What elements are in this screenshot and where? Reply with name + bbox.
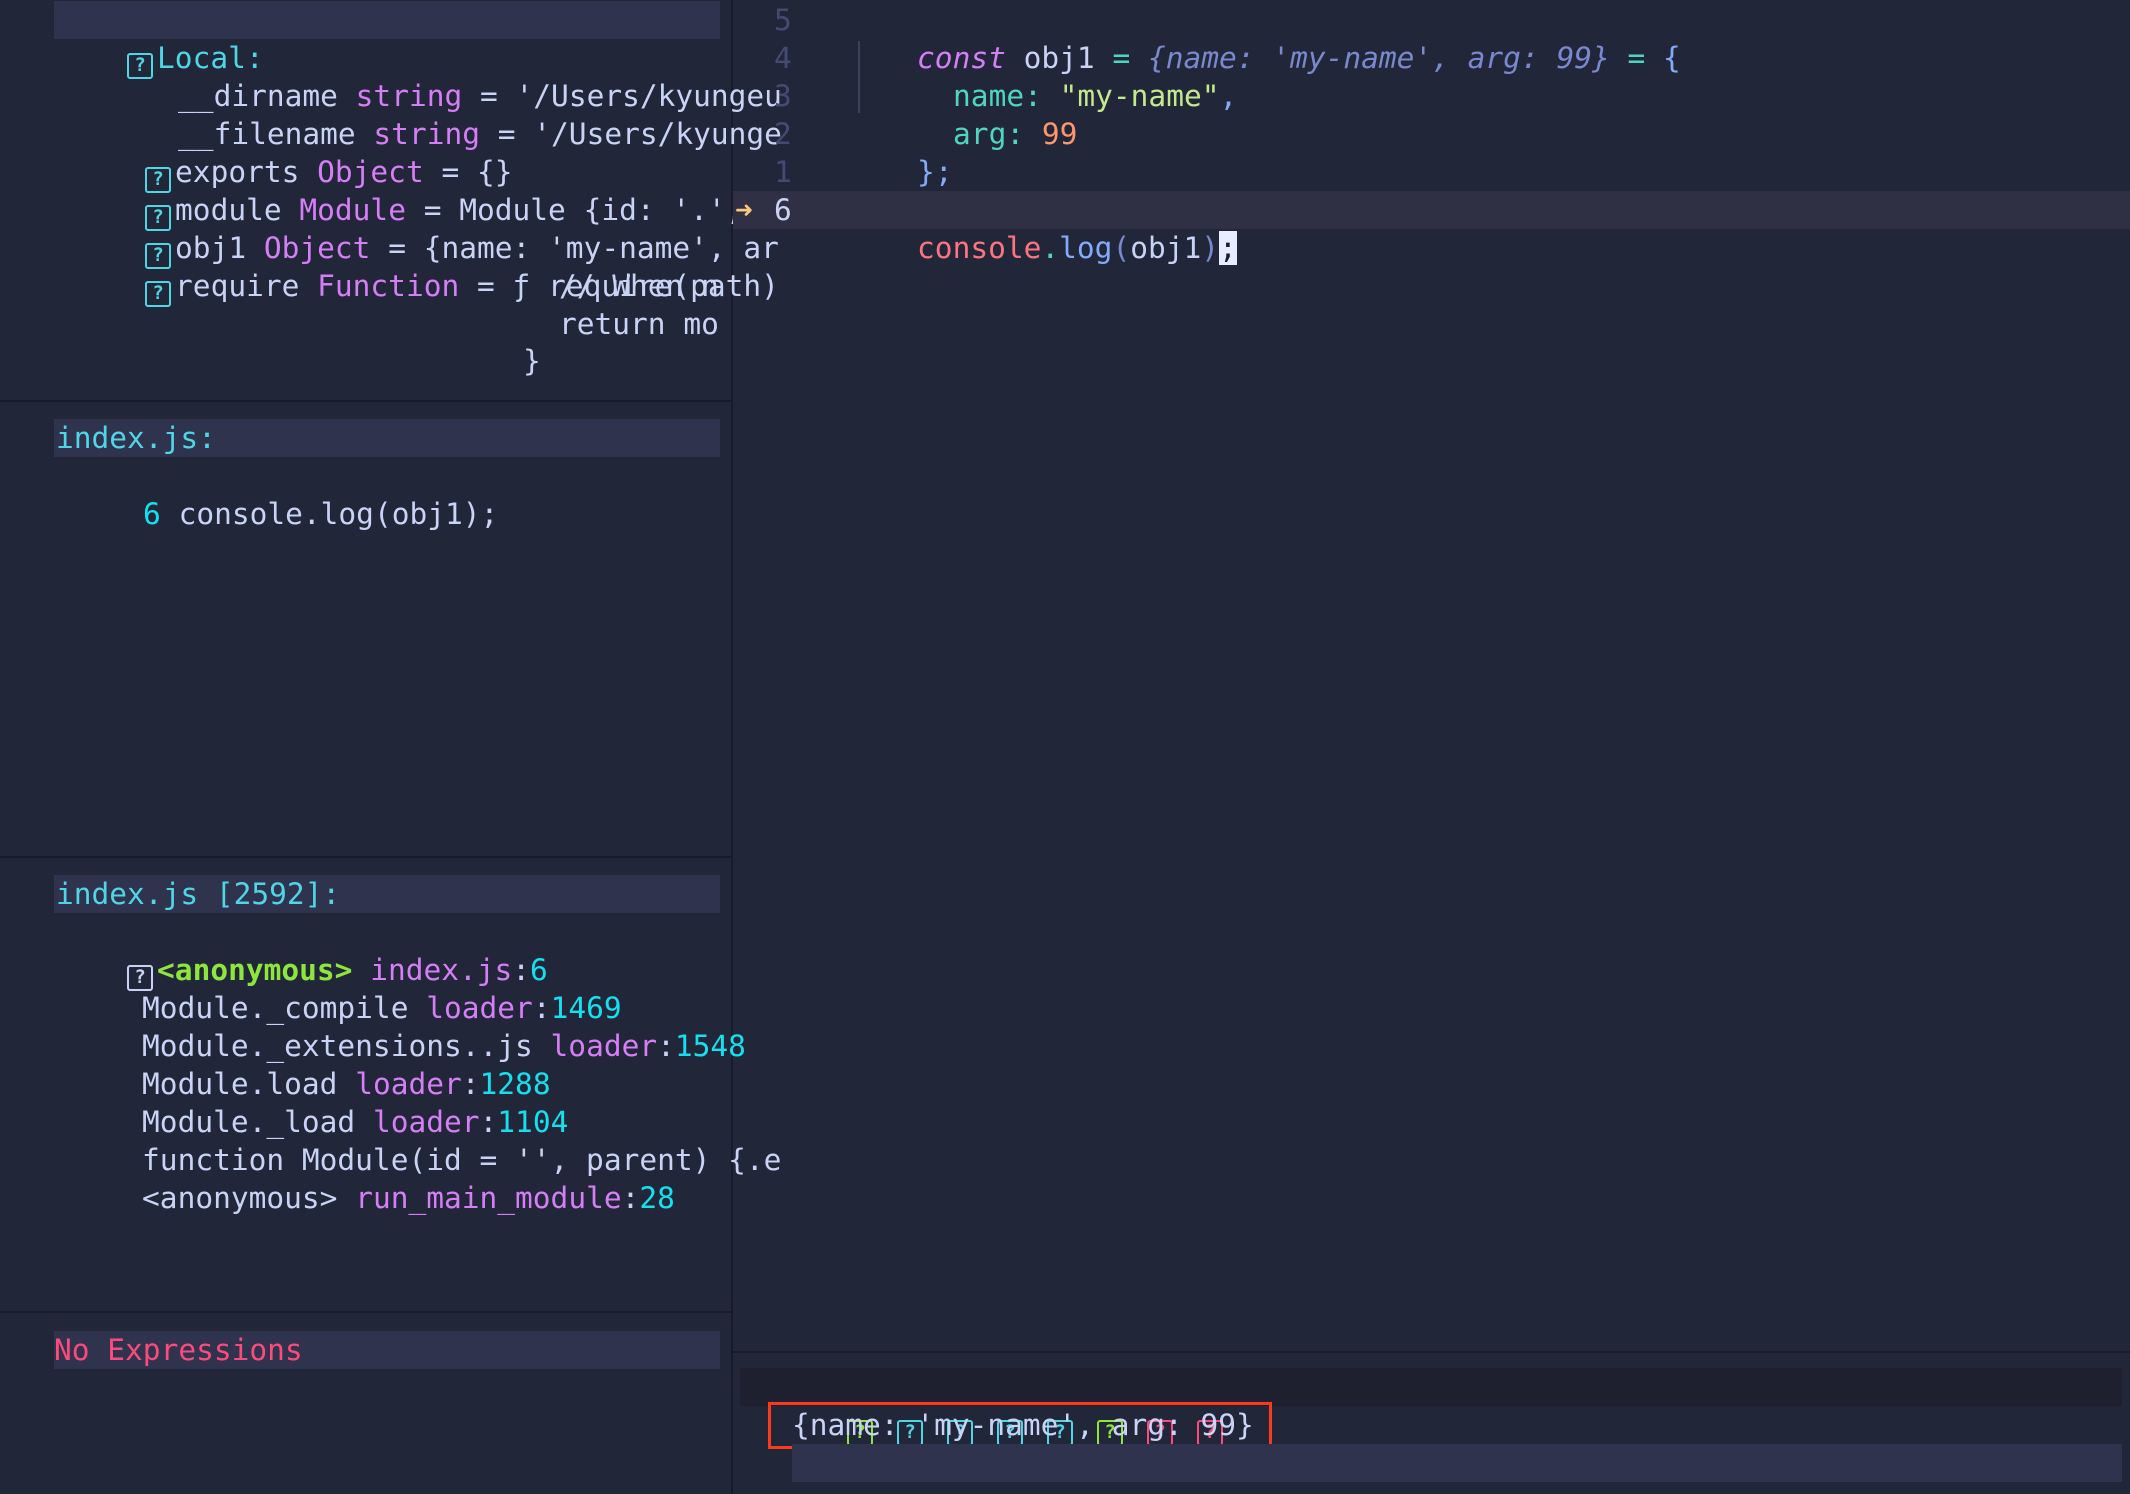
- variable-value: = '/Users/kyunge: [497, 117, 782, 151]
- value-continuation: }: [523, 344, 541, 378]
- text-cursor: ;: [1219, 231, 1237, 265]
- variable-row[interactable]: ? module Module = Module {id: '.', p: [74, 153, 779, 231]
- line-number: 2: [774, 117, 792, 151]
- stack-frame[interactable]: Module.load loader:1288: [71, 1027, 551, 1101]
- code-punct: ): [1201, 231, 1220, 265]
- stack-frame[interactable]: Module._extensions..js loader:1548: [71, 989, 746, 1063]
- code-identifier: obj1: [1130, 231, 1202, 265]
- code-property: arg:: [953, 117, 1025, 151]
- variable-row[interactable]: ? obj1 Object = {name: 'my-name', ar: [74, 191, 779, 269]
- code-punct: ;: [934, 155, 953, 189]
- code-method: log: [1059, 231, 1113, 265]
- stack-frame[interactable]: <anonymous> run_main_module:28: [71, 1141, 675, 1215]
- breakpoint-row[interactable]: 6 console.log(obj1);: [72, 457, 498, 531]
- line-number: 4: [774, 41, 792, 75]
- pane-divider[interactable]: [0, 400, 731, 402]
- repl-toolbar: ????????: [776, 1368, 1227, 1446]
- frame-function: <anonymous>: [142, 1181, 338, 1215]
- code-operator: =: [1627, 41, 1646, 75]
- code-operator: .: [1041, 231, 1060, 265]
- line-number: 3: [774, 79, 792, 113]
- pane-divider[interactable]: [733, 1351, 2130, 1353]
- code-string: "my-name": [1059, 79, 1220, 113]
- breakpoint-code: console.log(obj1);: [178, 497, 499, 531]
- code-brace: {: [1663, 41, 1681, 75]
- stack-frame[interactable]: Module._compile loader:1469: [71, 951, 622, 1025]
- stack-frame-current[interactable]: ? <anonymous> index.js:6: [56, 913, 548, 991]
- frame-file: loader: [550, 1029, 658, 1063]
- variable-row[interactable]: ? exports Object = {}: [74, 115, 513, 193]
- variable-row[interactable]: ? require Function = ƒ require(path): [74, 229, 779, 307]
- code-line[interactable]: name: "my-name",: [882, 39, 1237, 113]
- line-number: 1: [774, 155, 792, 189]
- frame-file: run_main_module: [355, 1181, 622, 1215]
- code-line[interactable]: };: [846, 115, 953, 189]
- highlight-box: [768, 1402, 1272, 1449]
- value-continuation: // When n: [559, 269, 719, 303]
- variable-type: Function: [317, 269, 460, 303]
- scopes-header[interactable]: ? Local:: [56, 1, 264, 79]
- frame-separator: :: [657, 1029, 675, 1063]
- variable-name: require: [175, 269, 300, 303]
- code-identifier: console: [917, 231, 1042, 265]
- current-line-number: 6: [774, 193, 792, 227]
- no-expressions-text: No Expressions: [54, 1333, 303, 1367]
- pane-divider[interactable]: [0, 856, 731, 858]
- frame-separator: :: [621, 1181, 640, 1215]
- value-continuation: return mo: [559, 307, 719, 341]
- frame-line: 1548: [674, 1029, 746, 1063]
- stack-frame[interactable]: function Module(id = '', parent) {.e: [71, 1103, 781, 1177]
- stacks-header: index.js [2592]:: [56, 877, 341, 911]
- breakpoint-line: 6: [143, 497, 161, 531]
- variable-row[interactable]: __filename string = '/Users/kyunge: [107, 77, 782, 151]
- line-number: 5: [774, 3, 792, 37]
- variable-row[interactable]: __dirname string = '/Users/kyungeu: [107, 39, 782, 113]
- repl-input[interactable]: [792, 1444, 2122, 1482]
- code-number: 99: [1041, 117, 1078, 151]
- code-punct: ,: [1219, 79, 1238, 113]
- code-punct: (: [1112, 231, 1131, 265]
- current-line-arrow-icon: ➜: [735, 193, 753, 227]
- code-line[interactable]: const obj1 = {name: 'my-name', arg: 99} …: [846, 1, 1681, 75]
- breakpoints-header: index.js:: [56, 421, 216, 455]
- code-line-current[interactable]: console.log(obj1);: [846, 191, 1237, 265]
- pane-divider[interactable]: [0, 1311, 731, 1313]
- stack-frame[interactable]: Module._load loader:1104: [71, 1065, 568, 1139]
- expand-icon[interactable]: ?: [145, 281, 172, 307]
- code-line[interactable]: arg: 99: [882, 77, 1077, 151]
- frame-line: 28: [639, 1181, 675, 1215]
- code-brace: }: [917, 155, 935, 189]
